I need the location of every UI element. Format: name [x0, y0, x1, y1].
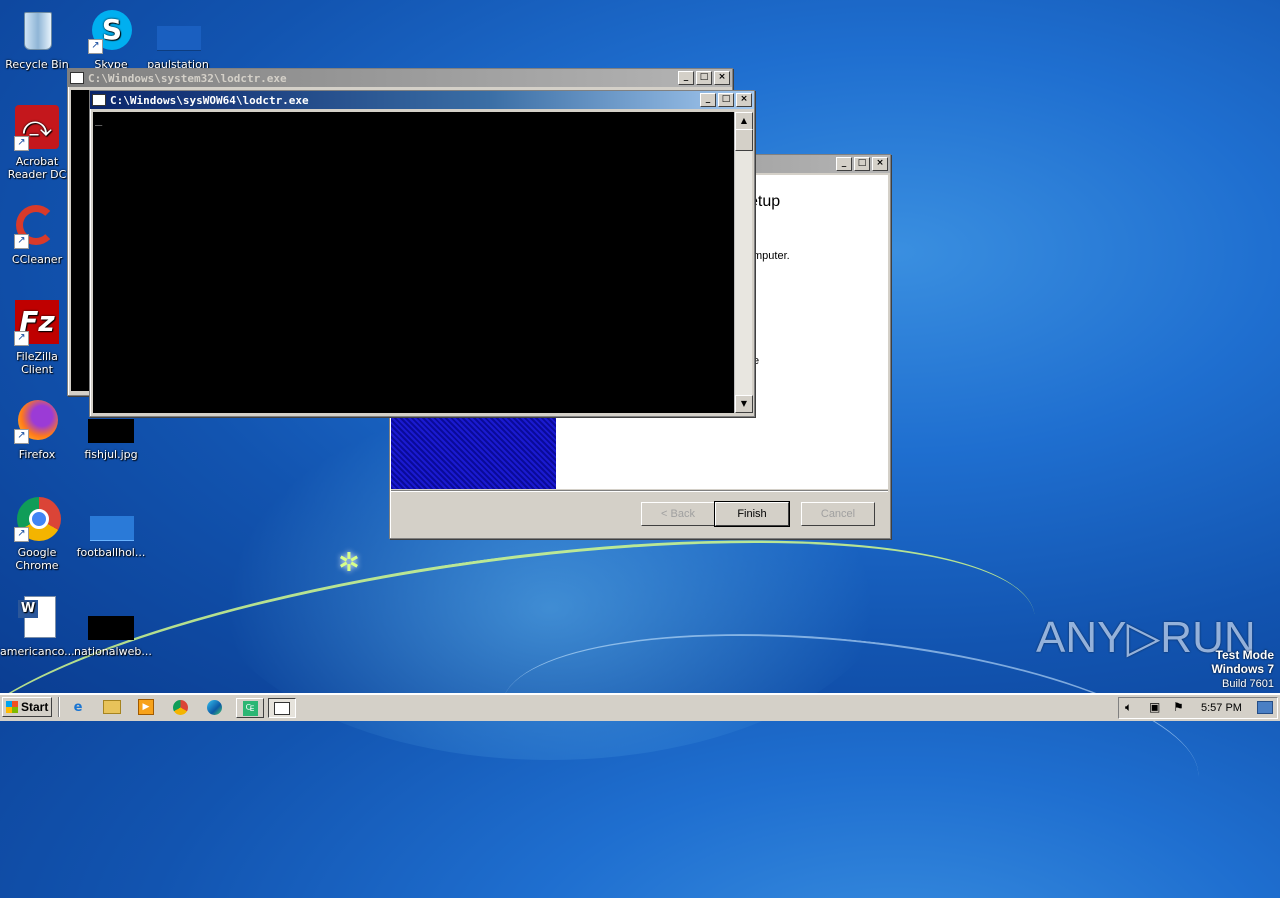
desktop-icon-label: Google Chrome — [15, 546, 59, 572]
desktop-icon-label: Firefox — [18, 448, 56, 461]
desktop-icon-nationalweb[interactable]: nationalweb... — [74, 595, 152, 658]
console-titlebar[interactable]: C:\Windows\sysWOW64\lodctr.exe _ □ × — [90, 91, 754, 109]
console-app-icon — [70, 72, 84, 84]
scroll-down-button[interactable]: ▼ — [735, 395, 753, 413]
word-document-icon: W — [14, 595, 60, 641]
console-taskbar-icon[interactable] — [268, 698, 296, 718]
window-title: C:\Windows\system32\lodctr.exe — [88, 71, 287, 85]
desktop-icon-recycle-bin[interactable]: Recycle Bin — [0, 8, 74, 71]
maximize-button[interactable]: □ — [718, 93, 734, 107]
chrome-icon: ↗ — [14, 496, 61, 542]
maximize-button[interactable]: □ — [854, 157, 870, 171]
scroll-up-button[interactable]: ▲ — [735, 112, 753, 130]
shortcut-arrow-icon: ↗ — [14, 136, 29, 151]
finish-button[interactable]: Finish — [714, 501, 790, 527]
image-thumbnail-icon — [88, 595, 134, 641]
start-label: Start — [21, 700, 49, 714]
console-app-icon — [92, 94, 106, 106]
shortcut-arrow-icon: ↗ — [14, 331, 29, 346]
desktop-icon-paulstation[interactable]: paulstation — [141, 8, 215, 71]
setup-footer-divider — [391, 490, 888, 492]
close-button[interactable]: × — [714, 71, 730, 85]
file-thumbnail-icon — [155, 8, 201, 54]
console-window-syswow64[interactable]: C:\Windows\sysWOW64\lodctr.exe _ □ × _ ▲… — [89, 90, 755, 417]
cancel-button[interactable]: Cancel — [801, 502, 875, 526]
desktop-icon-chrome[interactable]: ↗ Google Chrome — [0, 496, 74, 572]
media-player-icon[interactable]: ▶ — [136, 698, 156, 716]
close-button[interactable]: × — [872, 157, 888, 171]
chrome-taskbar-icon[interactable] — [170, 698, 190, 716]
test-mode-label: Test Mode — [1215, 648, 1274, 662]
desktop-icon-footballhol[interactable]: footballhol... — [74, 496, 148, 559]
file-thumbnail-icon — [88, 496, 134, 542]
ccleaner-icon: ↗ — [14, 203, 60, 249]
setup-description: mputer. — [753, 250, 790, 262]
shortcut-arrow-icon: ↗ — [88, 39, 103, 54]
skype-icon: S ↗ — [88, 8, 134, 54]
file-explorer-icon[interactable] — [102, 698, 122, 716]
desktop-icon-skype[interactable]: S ↗ Skype — [74, 8, 148, 71]
desktop-icon-label: FileZilla Client — [16, 350, 58, 376]
firefox-icon: ↗ — [14, 398, 60, 444]
setup-side-banner — [391, 418, 556, 489]
build-label: Build 7601 — [1222, 678, 1274, 690]
minimize-button[interactable]: _ — [700, 93, 716, 107]
setup-app-taskbar-icon[interactable]: ₠ — [236, 698, 264, 718]
minimize-button[interactable]: _ — [836, 157, 852, 171]
recycle-bin-icon — [14, 8, 60, 54]
start-button[interactable]: Start — [2, 697, 52, 717]
windows-logo-icon — [6, 701, 18, 713]
shortcut-arrow-icon: ↗ — [14, 234, 29, 249]
wallpaper-logo: ✲ — [338, 548, 360, 578]
desktop-icon-label: footballhol... — [76, 546, 146, 559]
desktop-icon-ccleaner[interactable]: ↗ CCleaner — [0, 203, 74, 266]
close-button[interactable]: × — [736, 93, 752, 107]
windows-version-label: Windows 7 — [1211, 662, 1274, 676]
desktop-icon-label: Acrobat Reader DC — [7, 155, 67, 181]
scroll-thumb[interactable] — [735, 129, 753, 151]
edge-icon[interactable] — [204, 698, 224, 716]
action-center-flag-icon[interactable]: ⚑ — [1173, 700, 1184, 714]
console-output-area[interactable]: _ — [93, 112, 734, 413]
desktop-icon-word-doc[interactable]: W americanco... — [0, 595, 75, 658]
console-titlebar[interactable]: C:\Windows\system32\lodctr.exe _ □ × — [68, 69, 732, 87]
clock[interactable]: 5:57 PM — [1201, 702, 1242, 714]
desktop-icon-acrobat[interactable]: ⤼ ↗ Acrobat Reader DC — [0, 105, 74, 181]
system-tray: 🔈︎ ▣ ⚑ 5:57 PM — [1118, 697, 1278, 719]
desktop-icon-label: nationalweb... — [74, 645, 152, 658]
desktop-icon-label: CCleaner — [11, 253, 63, 266]
vertical-scrollbar[interactable]: ▲ ▼ — [734, 112, 753, 413]
filezilla-icon: Fz ↗ — [14, 300, 60, 346]
back-button[interactable]: < Back — [641, 502, 715, 526]
window-title: C:\Windows\sysWOW64\lodctr.exe — [110, 93, 309, 107]
acrobat-icon: ⤼ ↗ — [14, 105, 60, 151]
console-cursor: _ — [95, 112, 103, 126]
taskbar: Start e ▶ ₠ 🔈︎ ▣ ⚑ 5:57 PM — [0, 693, 1280, 721]
maximize-button[interactable]: □ — [696, 71, 712, 85]
minimize-button[interactable]: _ — [678, 71, 694, 85]
taskbar-divider — [58, 697, 60, 717]
internet-explorer-icon[interactable]: e — [68, 698, 88, 716]
network-icon[interactable]: ▣ — [1149, 700, 1160, 714]
desktop-icon-firefox[interactable]: ↗ Firefox — [0, 398, 74, 461]
speaker-icon[interactable]: 🔈︎ — [1125, 700, 1132, 715]
shortcut-arrow-icon: ↗ — [14, 527, 29, 542]
desktop-icon-label: Recycle Bin — [5, 58, 69, 71]
desktop-icon-filezilla[interactable]: Fz ↗ FileZilla Client — [0, 300, 74, 376]
desktop-icon-label: fishjul.jpg — [84, 448, 138, 461]
show-desktop-icon[interactable] — [1257, 701, 1273, 714]
desktop-icon-label: americanco... — [0, 645, 75, 658]
shortcut-arrow-icon: ↗ — [14, 429, 29, 444]
